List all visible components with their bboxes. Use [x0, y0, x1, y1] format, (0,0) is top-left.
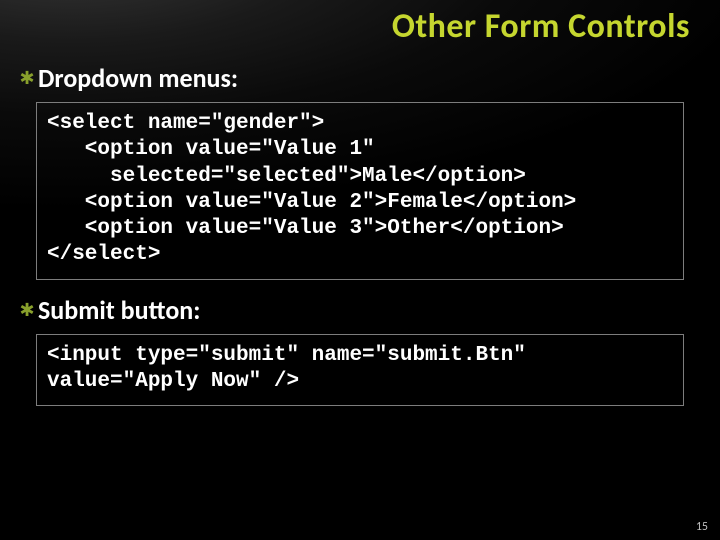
bullet-text: Submit button:: [38, 294, 200, 326]
code-block-select: <select name="gender"> <option value="Va…: [36, 102, 684, 280]
bullet-text: Dropdown menus:: [38, 62, 238, 94]
page-number: 15: [696, 520, 708, 534]
bullet-icon: ✱: [18, 299, 36, 321]
slide-title: Other Form Controls: [392, 6, 690, 47]
bullet-submit-button: ✱ Submit button:: [18, 294, 702, 326]
slide-body: ✱ Dropdown menus: <select name="gender">…: [18, 56, 702, 420]
bullet-icon: ✱: [18, 67, 36, 89]
bullet-dropdown-menus: ✱ Dropdown menus:: [18, 62, 702, 94]
slide: Other Form Controls ✱ Dropdown menus: <s…: [0, 0, 720, 540]
code-block-input: <input type="submit" name="submit.Btn" v…: [36, 334, 684, 407]
